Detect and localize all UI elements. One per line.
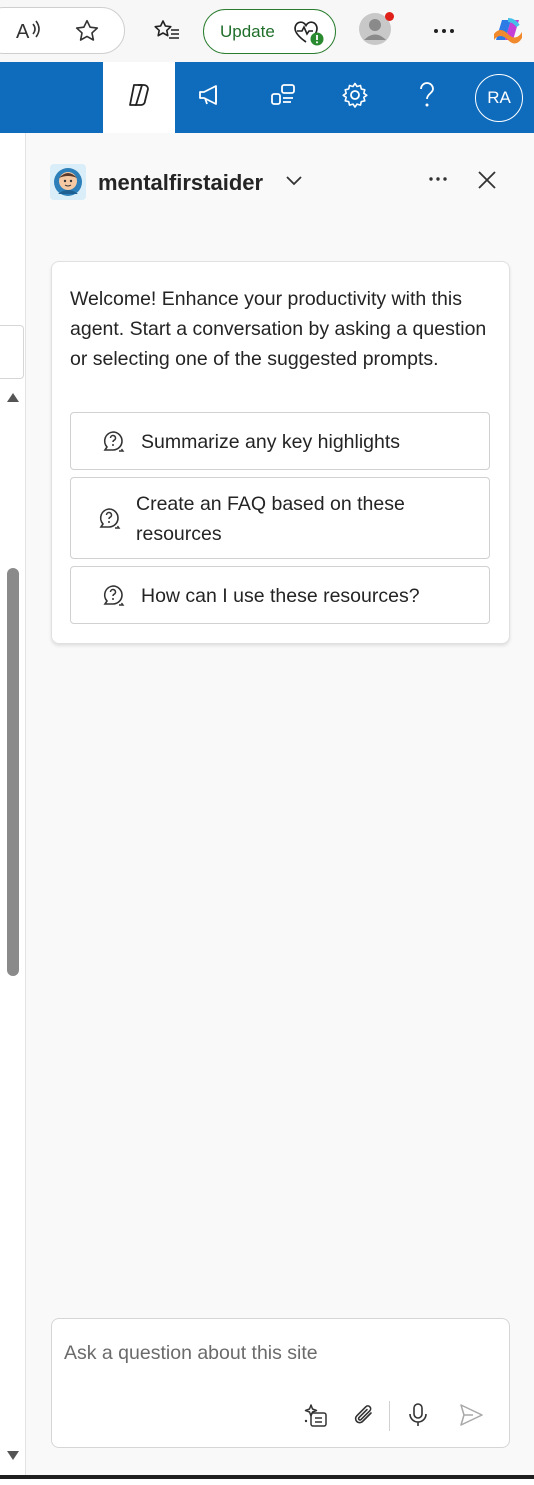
tab-help[interactable] (391, 62, 463, 133)
suggested-prompt-button[interactable]: Create an FAQ based on these resources (70, 477, 490, 559)
close-icon[interactable] (476, 169, 498, 196)
window-bottom-edge (0, 1475, 534, 1485)
welcome-message: Welcome! Enhance your productivity with … (70, 288, 487, 370)
scrollbar-thumb[interactable] (7, 568, 19, 976)
scroll-down-arrow-icon[interactable] (6, 1449, 20, 1467)
tab-settings[interactable] (319, 62, 391, 133)
suggested-prompt-label: How can I use these resources? (141, 585, 420, 607)
agent-header: mentalfirstaider (26, 133, 534, 233)
agent-logo (50, 164, 86, 200)
help-icon (415, 81, 439, 114)
settings-icon (341, 81, 369, 114)
browser-toolbar: A Update (0, 0, 534, 62)
favorite-star-icon[interactable] (74, 18, 100, 44)
more-options-icon[interactable] (427, 171, 449, 192)
chat-help-icon (101, 583, 127, 614)
megaphone-icon (197, 82, 225, 113)
health-heart-icon (292, 18, 326, 53)
welcome-card: Welcome! Enhance your productivity with … (51, 261, 510, 644)
svg-text:A: A (16, 21, 30, 42)
update-button[interactable]: Update (203, 9, 336, 54)
question-input[interactable] (64, 1337, 494, 1369)
tab-copilot[interactable] (103, 62, 175, 133)
more-icon[interactable] (432, 20, 456, 40)
sparkle-prompt-icon[interactable] (302, 1401, 330, 1429)
app-bar: RA (0, 62, 534, 133)
copilot-icon[interactable] (490, 14, 526, 48)
chat-help-icon (97, 506, 123, 537)
attach-icon[interactable] (350, 1401, 378, 1429)
suggested-prompt-label: Create an FAQ based on these resources (136, 493, 405, 545)
agent-name: mentalfirstaider (98, 170, 264, 195)
suggested-prompt-label: Summarize any key highlights (141, 431, 401, 453)
profile-button[interactable] (358, 12, 394, 48)
message-composer (51, 1318, 510, 1448)
favorites-list-icon[interactable] (153, 18, 181, 44)
suggested-prompt-button[interactable]: Summarize any key highlights (70, 412, 490, 470)
chevron-down-icon[interactable] (285, 173, 303, 191)
toolbar-divider (389, 1401, 390, 1431)
copilot-icon (125, 81, 153, 114)
chat-help-icon (101, 429, 127, 460)
suggested-prompt-button[interactable]: How can I use these resources? (70, 566, 490, 624)
user-avatar[interactable]: RA (475, 74, 523, 122)
tab-sections[interactable] (247, 62, 319, 133)
update-label: Update (220, 21, 275, 41)
microphone-icon[interactable] (406, 1401, 430, 1429)
page-edge-box (0, 325, 24, 379)
send-icon[interactable] (457, 1401, 485, 1429)
sections-icon (269, 81, 297, 114)
scroll-up-arrow-icon[interactable] (6, 390, 20, 408)
agent-chat-panel: mentalfirstaider Welcome! Enhance your p… (26, 133, 534, 1475)
read-aloud-icon[interactable]: A (16, 18, 42, 42)
tab-announcements[interactable] (175, 62, 247, 133)
notification-dot (385, 12, 394, 21)
